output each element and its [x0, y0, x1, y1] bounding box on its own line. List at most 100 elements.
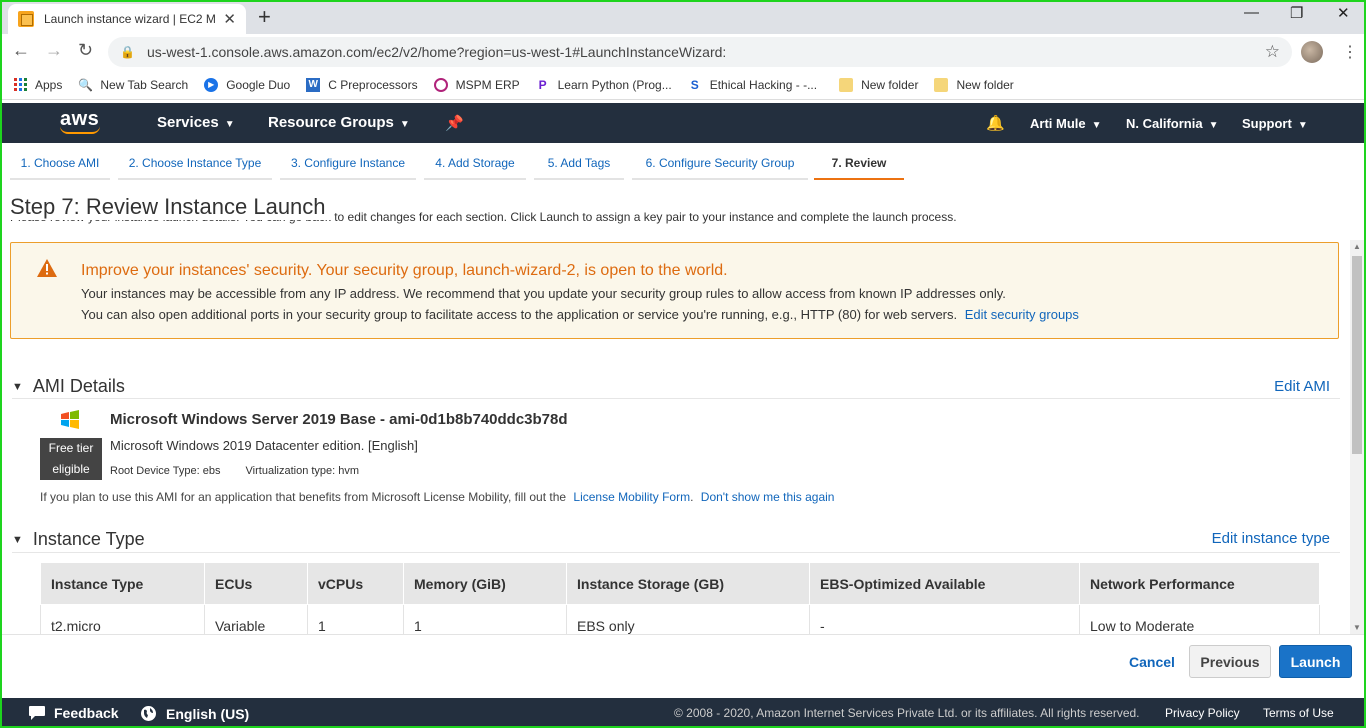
dont-show-again-link[interactable]: Don't show me this again — [701, 490, 835, 504]
scroll-down-icon[interactable]: ▼ — [1353, 623, 1361, 632]
step-review[interactable]: 7. Review — [814, 148, 904, 180]
ami-description: Microsoft Windows 2019 Datacenter editio… — [110, 438, 418, 453]
bookmark-new-folder-1[interactable]: New folder — [839, 77, 918, 92]
previous-button[interactable]: Previous — [1189, 645, 1271, 678]
chevron-down-icon: ▼ — [1297, 120, 1308, 131]
forward-arrow-icon[interactable]: → — [45, 40, 63, 61]
feedback-button[interactable]: Feedback — [28, 705, 119, 721]
bookmark-new-folder-2[interactable]: New folder — [934, 77, 1014, 92]
profile-avatar[interactable] — [1301, 41, 1323, 63]
launch-button[interactable]: Launch — [1279, 645, 1352, 678]
free-tier-line-2: eligible — [52, 462, 90, 476]
tab-close-icon[interactable]: ✕ — [223, 10, 236, 28]
warning-icon — [37, 259, 57, 277]
python-icon: P — [538, 77, 547, 92]
free-tier-badge: Free tier eligible — [40, 438, 102, 480]
edit-security-groups-link[interactable]: Edit security groups — [965, 307, 1079, 322]
account-menu[interactable]: Arti Mule ▼ — [1030, 116, 1102, 131]
lock-icon[interactable]: 🔒 — [120, 45, 135, 59]
warning-line-1: Your instances may be accessible from an… — [81, 286, 1006, 301]
maximize-button[interactable]: ❐ — [1290, 4, 1303, 22]
reload-icon[interactable]: ↻ — [78, 40, 93, 61]
step-choose-ami[interactable]: 1. Choose AMI — [10, 148, 110, 180]
language-label: English (US) — [166, 705, 250, 722]
chevron-down-icon: ▼ — [224, 119, 235, 130]
privacy-policy-link[interactable]: Privacy Policy — [1165, 706, 1240, 720]
bookmark-star-icon[interactable]: ☆ — [1265, 42, 1280, 62]
collapse-triangle-icon[interactable]: ▼ — [12, 534, 23, 546]
aws-logo-text: aws — [60, 108, 100, 130]
bell-icon[interactable]: 🔔 — [986, 114, 1005, 132]
root-device-type: Root Device Type: ebs — [110, 465, 221, 477]
services-menu[interactable]: Services ▼ — [157, 114, 235, 131]
aws-top-nav: aws Services ▼ Resource Groups ▼ 📌 🔔 Arti … — [2, 103, 1364, 143]
aws-favicon-icon — [18, 11, 34, 27]
speech-bubble-icon — [29, 706, 45, 720]
step-add-tags[interactable]: 5. Add Tags — [534, 148, 624, 180]
support-menu[interactable]: Support ▼ — [1242, 116, 1308, 131]
mspm-icon — [433, 77, 448, 92]
edit-instance-type-link[interactable]: Edit instance type — [1212, 530, 1330, 547]
apps-grid-icon — [14, 78, 27, 91]
bookmark-mspm-erp[interactable]: MSPM ERP — [433, 77, 520, 92]
license-mobility-form-link[interactable]: License Mobility Form — [573, 490, 690, 504]
step-add-storage[interactable]: 4. Add Storage — [424, 148, 526, 180]
step-configure-instance[interactable]: 3. Configure Instance — [280, 148, 416, 180]
collapse-triangle-icon[interactable]: ▼ — [12, 381, 23, 393]
search-icon: 🔍 — [78, 77, 94, 92]
close-window-button[interactable]: ✕ — [1337, 4, 1350, 22]
language-selector[interactable]: English (US) — [140, 705, 249, 722]
edit-ami-link[interactable]: Edit AMI — [1274, 378, 1330, 395]
chevron-down-icon: ▼ — [1208, 120, 1219, 131]
table-cell: Low to Moderate — [1079, 604, 1320, 634]
scroll-up-icon[interactable]: ▲ — [1353, 242, 1361, 251]
ami-details-header[interactable]: ▼ AMI Details — [12, 376, 125, 397]
resource-groups-menu[interactable]: Resource Groups ▼ — [268, 114, 410, 131]
main-content: Step 7: Review Instance Launch Please re… — [2, 182, 1364, 634]
free-tier-line-1: Free tier — [48, 441, 94, 455]
chevron-down-icon: ▼ — [399, 119, 410, 130]
new-tab-button[interactable]: + — [258, 4, 271, 30]
page-title: Step 7: Review Instance Launch — [10, 194, 332, 220]
table-cell: 1 — [307, 604, 404, 634]
divider — [12, 552, 1340, 553]
cancel-button[interactable]: Cancel — [1129, 654, 1175, 670]
bookmark-apps[interactable]: Apps — [14, 78, 62, 92]
pin-icon[interactable]: 📌 — [445, 114, 464, 132]
bookmark-label: New Tab Search — [100, 77, 189, 92]
content-scrollbar[interactable]: ▲ ▼ — [1350, 240, 1364, 634]
browser-tab[interactable]: Launch instance wizard | EC2 Ma ✕ — [8, 4, 246, 34]
url-text[interactable]: us-west-1.console.aws.amazon.com/ec2/v2/… — [147, 44, 1265, 60]
region-menu[interactable]: N. California ▼ — [1126, 116, 1218, 131]
address-bar[interactable]: 🔒 us-west-1.console.aws.amazon.com/ec2/v… — [108, 37, 1292, 67]
bookmark-learn-python[interactable]: P Learn Python (Prog... — [536, 78, 672, 92]
browser-toolbar: ← → ↻ 🔒 us-west-1.console.aws.amazon.com… — [0, 34, 1366, 70]
minimize-button[interactable]: — — [1244, 4, 1259, 21]
terms-of-use-link[interactable]: Terms of Use — [1263, 706, 1334, 720]
step-choose-instance-type[interactable]: 2. Choose Instance Type — [118, 148, 272, 180]
bookmark-new-tab-search[interactable]: 🔍 New Tab Search — [78, 78, 188, 92]
table-cell: - — [809, 604, 1080, 634]
region-name: N. California — [1126, 116, 1203, 131]
security-warning-box: Improve your instances' security. Your s… — [10, 242, 1339, 339]
bookmark-label: Ethical Hacking - -... — [709, 77, 818, 92]
bookmark-label: MSPM ERP — [455, 77, 520, 92]
chrome-menu-icon[interactable]: ⋮ — [1342, 42, 1358, 62]
table-cell: EBS only — [566, 604, 810, 634]
resource-groups-label: Resource Groups — [268, 114, 394, 131]
step-configure-security-group[interactable]: 6. Configure Security Group — [632, 148, 808, 180]
column-header: Memory (GiB) — [403, 562, 567, 605]
scrollbar-thumb[interactable] — [1352, 256, 1362, 454]
instance-type-header[interactable]: ▼ Instance Type — [12, 529, 145, 550]
column-header: vCPUs — [307, 562, 404, 605]
table-cell: t2.micro — [40, 604, 205, 634]
bookmark-ethical-hacking[interactable]: S Ethical Hacking - -... — [688, 78, 817, 92]
bookmark-c-preprocessors[interactable]: W C Preprocessors — [306, 77, 418, 92]
column-header: Instance Type — [40, 562, 205, 605]
back-arrow-icon[interactable]: ← — [12, 40, 30, 61]
aws-logo[interactable]: aws — [60, 109, 104, 137]
wizard-action-bar: Cancel Previous Launch — [2, 634, 1364, 698]
bookmark-google-duo[interactable]: ▶ Google Duo — [204, 77, 290, 92]
account-name: Arti Mule — [1030, 116, 1086, 131]
license-mobility-note: If you plan to use this AMI for an appli… — [40, 490, 834, 504]
